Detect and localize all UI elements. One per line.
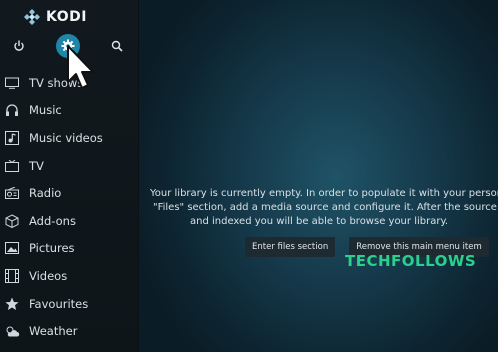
addons-box-icon	[4, 213, 20, 229]
empty-library-message: Your library is currently empty. In orde…	[139, 187, 498, 229]
music-video-icon	[4, 130, 20, 146]
main-menu: TV shows Music Music videos TV Radio Add…	[0, 69, 138, 345]
message-line: Your library is currently empty. In orde…	[150, 188, 498, 199]
menu-item-weather[interactable]: Weather	[0, 317, 138, 345]
tv-show-icon	[4, 75, 20, 91]
radio-icon	[4, 185, 20, 201]
tv-icon	[4, 158, 20, 174]
menu-item-music-videos[interactable]: Music videos	[0, 124, 138, 152]
menu-item-add-ons[interactable]: Add-ons	[0, 207, 138, 235]
menu-item-music[interactable]: Music	[0, 97, 138, 125]
app-title: KODI	[46, 9, 87, 25]
menu-item-label: Weather	[29, 324, 78, 339]
menu-item-label: TV	[29, 158, 44, 173]
menu-item-tv[interactable]: TV	[0, 152, 138, 180]
search-icon	[111, 40, 123, 52]
headphones-icon	[4, 102, 20, 118]
power-button[interactable]	[7, 34, 31, 58]
power-icon	[14, 40, 24, 51]
search-button[interactable]	[105, 34, 129, 58]
message-line: "Files" section, add a media source and …	[153, 202, 498, 213]
main-content: Your library is currently empty. In orde…	[139, 0, 498, 352]
message-line: and indexed you will be able to browse y…	[190, 216, 449, 227]
kodi-logo[interactable]: KODI	[24, 8, 87, 26]
menu-item-favourites[interactable]: Favourites	[0, 290, 138, 318]
film-icon	[4, 268, 20, 284]
menu-item-radio[interactable]: Radio	[0, 179, 138, 207]
picture-icon	[4, 240, 20, 256]
menu-item-label: Radio	[29, 186, 62, 201]
menu-item-label: Favourites	[29, 296, 89, 311]
mouse-pointer-icon	[67, 45, 94, 89]
menu-item-label: Music videos	[29, 130, 103, 145]
enter-files-section-button[interactable]: Enter files section	[245, 237, 336, 257]
menu-item-label: Add-ons	[29, 213, 76, 228]
menu-item-pictures[interactable]: Pictures	[0, 235, 138, 263]
menu-item-label: Videos	[29, 268, 68, 283]
menu-item-label: Music	[29, 103, 62, 118]
techfollows-watermark: TECHFOLLOWS	[345, 252, 477, 270]
menu-item-videos[interactable]: Videos	[0, 262, 138, 290]
sidebar: KODI TV shows Music Music videos TV Radi…	[0, 0, 139, 352]
star-icon	[4, 296, 20, 312]
kodi-logo-icon	[24, 9, 40, 25]
menu-item-label: Pictures	[29, 241, 75, 256]
weather-icon	[4, 323, 20, 339]
